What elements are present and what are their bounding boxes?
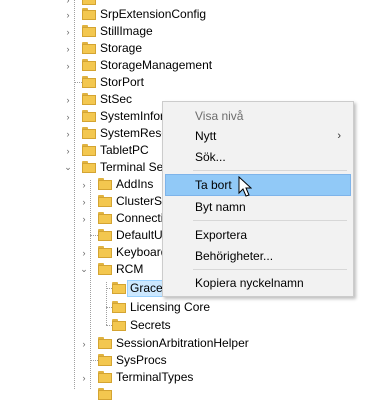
- tree-item-label: Storage: [100, 41, 143, 55]
- mouse-pointer-icon: [238, 176, 252, 197]
- menu-item-label: Byt namn: [195, 200, 246, 214]
- chevron-right-icon[interactable]: ›: [78, 335, 90, 352]
- menu-item-behorigheter[interactable]: Behörigheter...: [165, 245, 351, 267]
- chevron-right-icon[interactable]: ›: [62, 142, 74, 159]
- menu-separator: [193, 269, 347, 270]
- tree-item-label: SysProcs: [116, 353, 167, 367]
- folder-icon: [98, 388, 112, 400]
- chevron-right-icon[interactable]: ›: [78, 244, 90, 261]
- folder-icon: [98, 263, 112, 275]
- tree-item-label: GraceP: [127, 280, 171, 297]
- tree-item-label: RCM: [116, 262, 144, 276]
- menu-item-ta-bort[interactable]: Ta bort: [165, 174, 351, 196]
- menu-item-label: Visa nivå: [195, 109, 244, 123]
- tree-row-terminaltypes[interactable]: › TerminalTypes: [0, 369, 383, 386]
- tree-item-label: SystemInfor: [100, 109, 165, 123]
- menu-item-label: Sök...: [195, 150, 226, 164]
- menu-item-visa-niva[interactable]: Visa nivå: [165, 105, 351, 127]
- folder-icon: [82, 144, 96, 156]
- tree-line: [90, 235, 98, 236]
- menu-item-label: Kopiera nyckelnamn: [195, 276, 304, 290]
- chevron-right-icon[interactable]: ›: [62, 40, 74, 57]
- folder-icon: [82, 8, 96, 20]
- tree-item-label: SrpExtensionConfig: [100, 7, 207, 21]
- menu-item-exportera[interactable]: Exportera: [165, 224, 351, 246]
- tree-item-label: TabletPC: [100, 143, 149, 157]
- tree-item-label: SessionArbitrationHelper: [116, 336, 249, 350]
- menu-item-label: Behörigheter...: [195, 249, 274, 263]
- folder-icon: [112, 301, 126, 313]
- menu-item-byt-namn[interactable]: Byt namn: [165, 196, 351, 218]
- folder-icon: [82, 59, 96, 71]
- folder-icon: [82, 127, 96, 139]
- chevron-down-icon[interactable]: ⌄: [62, 159, 74, 176]
- menu-item-sok[interactable]: Sök...: [165, 146, 351, 168]
- tree-item-label: StorPort: [100, 75, 145, 89]
- chevron-right-icon[interactable]: ›: [78, 193, 90, 210]
- folder-icon: [82, 93, 96, 105]
- menu-item-kopiera-nyckelnamn[interactable]: Kopiera nyckelnamn: [165, 272, 351, 294]
- chevron-right-icon[interactable]: ›: [62, 57, 74, 74]
- tree-row-storagemanagement[interactable]: › StorageManagement: [0, 57, 383, 74]
- folder-icon: [82, 161, 96, 173]
- tree-row-secrets[interactable]: Secrets: [0, 317, 383, 334]
- chevron-right-icon[interactable]: ›: [78, 176, 90, 193]
- tree-line: [74, 82, 82, 83]
- menu-separator: [193, 170, 347, 171]
- folder-icon: [98, 337, 112, 349]
- menu-item-label: Ta bort: [195, 178, 232, 192]
- chevron-right-icon[interactable]: ›: [78, 210, 90, 227]
- folder-icon: [82, 0, 96, 5]
- chevron-right-icon[interactable]: ›: [62, 6, 74, 23]
- tree-row-stillimage[interactable]: › StillImage: [0, 23, 383, 40]
- folder-icon: [112, 319, 126, 331]
- tree-row-sessionarbitrationhelper[interactable]: › SessionArbitrationHelper: [0, 335, 383, 352]
- tree-item-label: Terminal Ser: [100, 160, 168, 174]
- tree-item-label: Licensing Core: [130, 300, 211, 314]
- tree-row-sysprocs[interactable]: SysProcs: [0, 352, 383, 369]
- chevron-down-icon[interactable]: ⌄: [78, 261, 90, 278]
- tree-item-label: StSec: [100, 92, 133, 106]
- folder-icon: [98, 246, 112, 258]
- menu-item-nytt[interactable]: Nytt ›: [165, 125, 351, 147]
- folder-icon: [98, 371, 112, 383]
- tree-row-srpextensionconfig[interactable]: › SrpExtensionConfig: [0, 6, 383, 23]
- folder-icon: [98, 195, 112, 207]
- folder-icon: [82, 110, 96, 122]
- folder-icon: [98, 178, 112, 190]
- tree-item-label: AddIns: [116, 177, 154, 191]
- context-menu: Visa nivå Nytt › Sök... Ta bort Byt namn…: [162, 101, 354, 297]
- tree-item-label: StorageManagement: [100, 58, 213, 72]
- menu-item-label: Exportera: [195, 228, 248, 242]
- folder-icon: [82, 25, 96, 37]
- chevron-right-icon[interactable]: ›: [62, 91, 74, 108]
- tree-row-storport[interactable]: StorPort: [0, 74, 383, 91]
- menu-item-label: Nytt: [195, 129, 217, 143]
- folder-icon: [82, 42, 96, 54]
- folder-icon: [112, 282, 126, 294]
- tree-item-label: TerminalTypes: [116, 370, 194, 384]
- chevron-right-icon[interactable]: ›: [62, 23, 74, 40]
- folder-icon: [98, 212, 112, 224]
- tree-line: [90, 360, 98, 361]
- tree-row-licensing-core[interactable]: Licensing Core: [0, 299, 383, 316]
- chevron-right-icon[interactable]: ›: [62, 125, 74, 142]
- tree-row-storage[interactable]: › Storage: [0, 40, 383, 57]
- chevron-right-icon: ›: [337, 130, 341, 142]
- menu-separator: [193, 220, 347, 221]
- tree-item-label: StillImage: [100, 24, 153, 38]
- folder-icon: [98, 354, 112, 366]
- folder-icon: [82, 76, 96, 88]
- chevron-right-icon[interactable]: ›: [62, 108, 74, 125]
- folder-icon: [98, 229, 112, 241]
- chevron-right-icon[interactable]: ›: [78, 369, 90, 386]
- tree-item-label: Secrets: [130, 318, 171, 332]
